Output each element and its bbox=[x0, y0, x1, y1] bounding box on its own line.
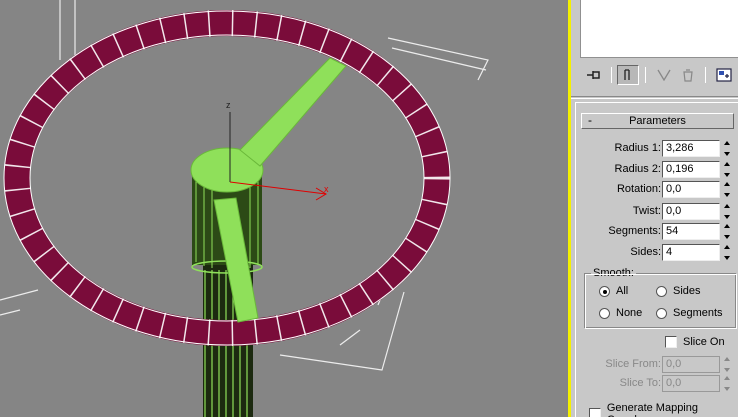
segments-label: Segments: bbox=[608, 225, 661, 237]
perspective-viewport[interactable]: z x bbox=[0, 0, 568, 417]
smooth-none-radio[interactable]: None bbox=[599, 307, 642, 319]
slice-from-row: Slice From: 0,0 bbox=[576, 356, 736, 374]
modifier-stack-list[interactable] bbox=[580, 0, 738, 58]
smooth-all-radio[interactable]: All bbox=[599, 285, 628, 297]
generate-mapping-checkbox[interactable]: Generate Mapping Coords. bbox=[589, 402, 738, 417]
radius1-spinner[interactable] bbox=[722, 140, 732, 157]
twist-spinner[interactable] bbox=[722, 203, 732, 220]
axis-x-label: x bbox=[324, 184, 329, 194]
rotation-input[interactable]: 0,0 bbox=[662, 181, 720, 198]
checkbox-box bbox=[665, 336, 677, 348]
segments-input[interactable]: 54 bbox=[662, 223, 720, 240]
collapse-icon: - bbox=[588, 113, 592, 127]
radius1-input[interactable]: 3,286 bbox=[662, 140, 720, 157]
smooth-none-label: None bbox=[616, 307, 643, 319]
panel-divider bbox=[571, 96, 738, 99]
configure-modifier-sets-icon[interactable] bbox=[713, 65, 735, 85]
smooth-group: Smooth: All Sides None Segments bbox=[584, 267, 737, 329]
segments-row: Segments: 54 bbox=[576, 223, 736, 241]
slice-to-label: Slice To: bbox=[619, 377, 661, 389]
slice-to-input[interactable]: 0,0 bbox=[662, 375, 720, 392]
toolbar-separator bbox=[645, 67, 646, 83]
radius2-input[interactable]: 0,196 bbox=[662, 161, 720, 178]
radius2-label: Radius 2: bbox=[614, 163, 661, 175]
slice-on-checkbox[interactable]: Slice On bbox=[665, 336, 725, 348]
axis-z-label: z bbox=[226, 100, 231, 110]
twist-label: Twist: bbox=[632, 205, 661, 217]
radio-indicator bbox=[656, 285, 667, 297]
rotation-spinner[interactable] bbox=[722, 181, 732, 198]
toolbar-separator bbox=[611, 67, 612, 83]
toolbar-separator bbox=[705, 67, 706, 83]
radius1-row: Radius 1: 3,286 bbox=[576, 140, 736, 158]
generate-mapping-label: Generate Mapping Coords. bbox=[606, 402, 698, 417]
parameters-title: Parameters bbox=[629, 115, 686, 127]
modifier-stack-toolbar bbox=[571, 62, 738, 88]
slice-on-label: Slice On bbox=[683, 336, 725, 348]
twist-row: Twist: 0,0 bbox=[576, 203, 736, 221]
smooth-segments-radio[interactable]: Segments bbox=[656, 307, 723, 319]
modify-command-panel: - Parameters Radius 1: 3,286 Radius 2: 0… bbox=[571, 0, 738, 417]
sides-label: Sides: bbox=[630, 246, 661, 258]
smooth-sides-radio[interactable]: Sides bbox=[656, 285, 701, 297]
radius2-spinner[interactable] bbox=[722, 161, 732, 178]
make-unique-icon[interactable] bbox=[653, 65, 675, 85]
radio-indicator bbox=[656, 307, 667, 319]
slice-from-label: Slice From: bbox=[605, 358, 661, 370]
viewport-scene bbox=[0, 0, 489, 417]
smooth-title: Smooth: bbox=[591, 267, 636, 279]
smooth-sides-label: Sides bbox=[673, 285, 701, 297]
radius1-label: Radius 1: bbox=[614, 142, 661, 154]
sides-spinner[interactable] bbox=[722, 244, 732, 261]
parameters-rollout-header[interactable]: - Parameters bbox=[581, 113, 734, 129]
sides-row: Sides: 4 bbox=[576, 244, 736, 262]
twist-input[interactable]: 0,0 bbox=[662, 203, 720, 220]
rotation-label: Rotation: bbox=[616, 183, 661, 195]
show-end-result-icon[interactable] bbox=[617, 65, 639, 85]
pin-stack-icon[interactable] bbox=[583, 65, 605, 85]
radio-indicator bbox=[599, 307, 610, 319]
parameters-rollout: - Parameters Radius 1: 3,286 Radius 2: 0… bbox=[575, 102, 738, 417]
slice-to-row: Slice To: 0,0 bbox=[576, 375, 736, 393]
radio-indicator bbox=[599, 285, 610, 297]
radius2-row: Radius 2: 0,196 bbox=[576, 161, 736, 179]
smooth-segments-label: Segments bbox=[673, 307, 723, 319]
slice-from-spinner[interactable] bbox=[722, 356, 732, 373]
rotation-row: Rotation: 0,0 bbox=[576, 181, 736, 199]
segments-spinner[interactable] bbox=[722, 223, 732, 240]
remove-modifier-icon[interactable] bbox=[677, 65, 699, 85]
slice-to-spinner[interactable] bbox=[722, 375, 732, 392]
smooth-all-label: All bbox=[616, 285, 629, 297]
sides-input[interactable]: 4 bbox=[662, 244, 720, 261]
slice-from-input[interactable]: 0,0 bbox=[662, 356, 720, 373]
checkbox-box bbox=[589, 408, 601, 417]
